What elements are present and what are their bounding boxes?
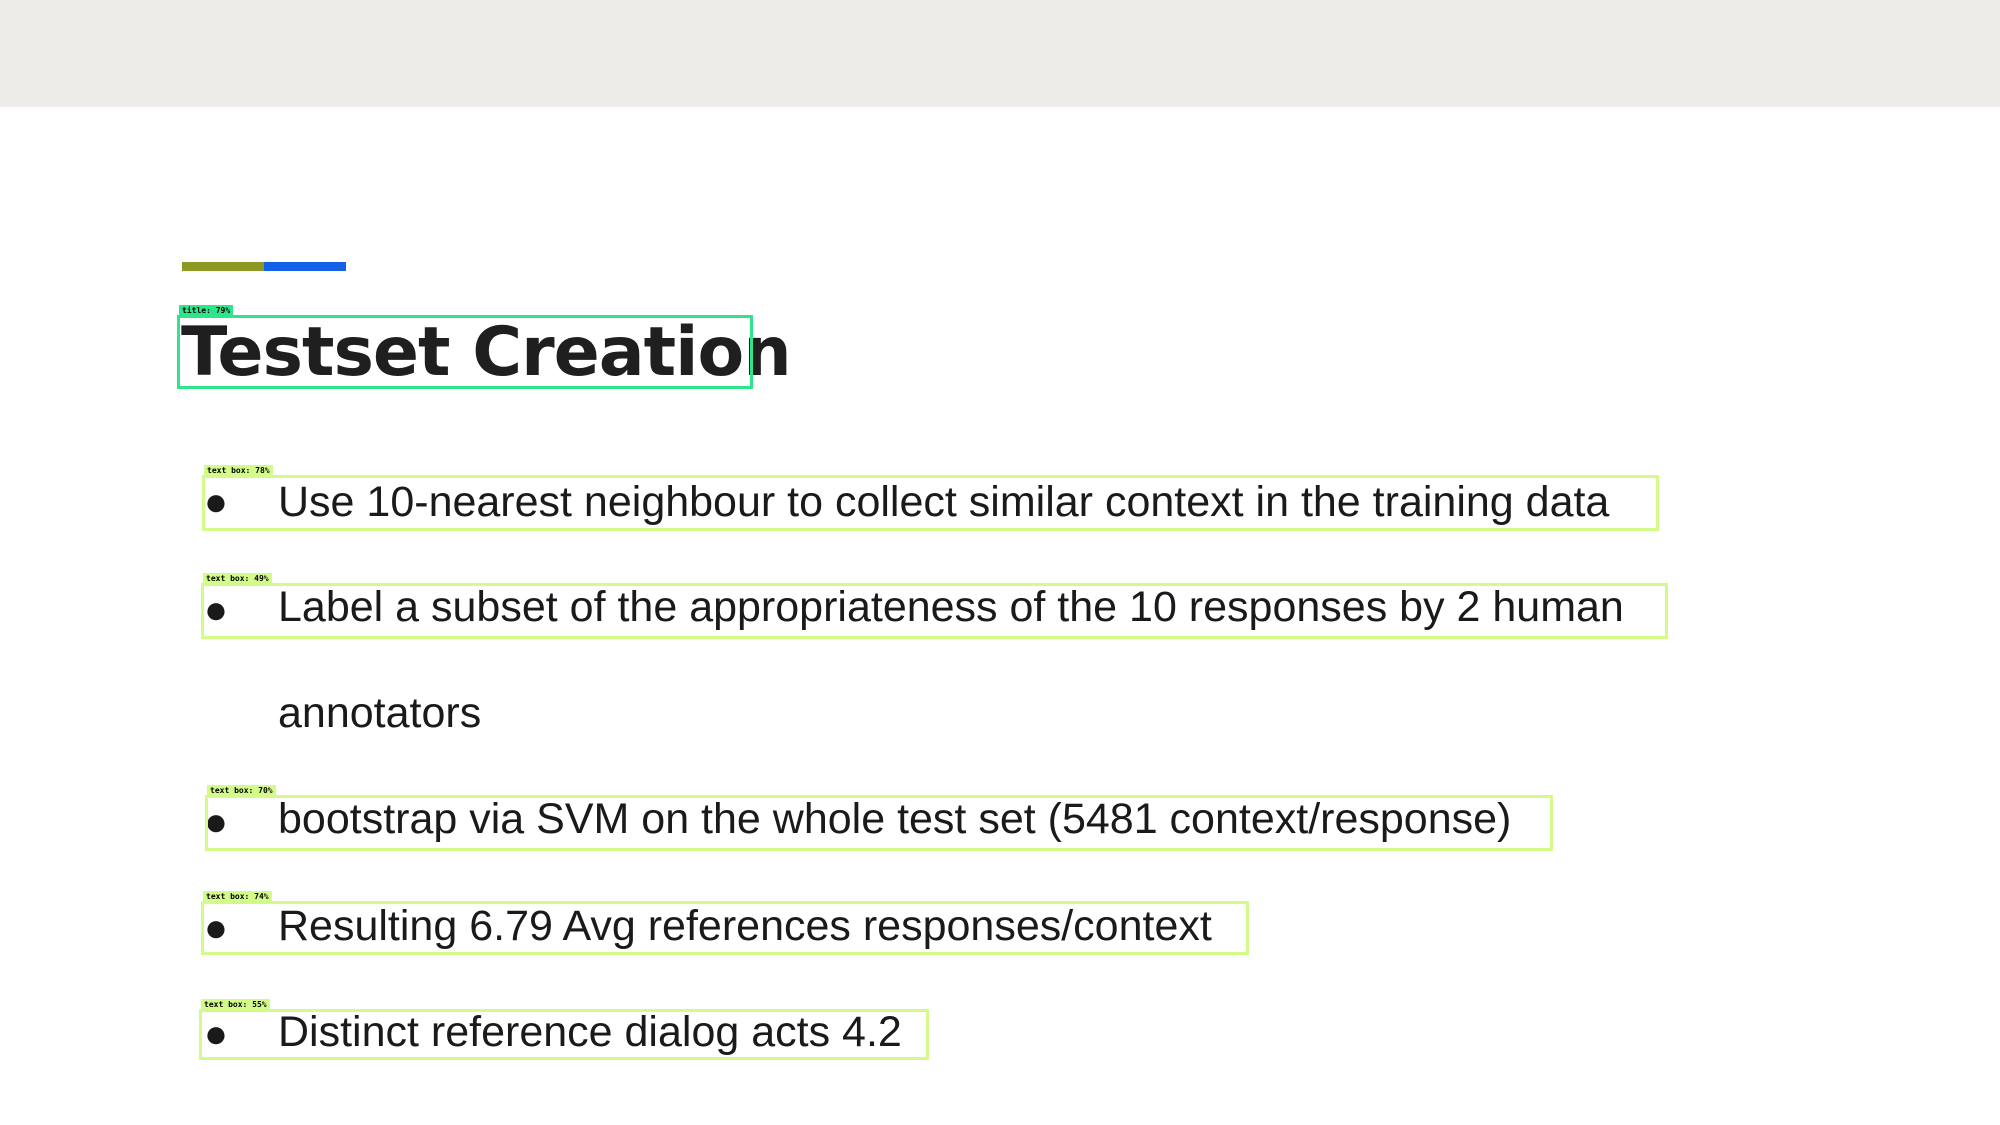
- detection-label: text box: 70%: [207, 785, 276, 797]
- top-banner: [0, 0, 2000, 107]
- accent-bar-olive: [182, 262, 264, 271]
- detection-label: text box: 49%: [203, 573, 272, 585]
- text-detection-box-2: text box: 49%: [201, 573, 1668, 639]
- title-detection-box: title: 79%: [177, 305, 753, 389]
- text-detection-box-5: text box: 55%: [199, 999, 929, 1060]
- detection-label: text box: 78%: [204, 465, 273, 477]
- bullet-text-2-continuation: annotators: [278, 689, 482, 737]
- accent-bar-blue: [264, 262, 346, 271]
- detection-label: title: 79%: [179, 305, 234, 317]
- detection-label: text box: 55%: [201, 999, 270, 1011]
- detection-label: text box: 74%: [203, 891, 272, 903]
- text-detection-box-3: text box: 70%: [205, 785, 1553, 851]
- text-detection-box-1: text box: 78%: [202, 465, 1659, 531]
- text-detection-box-4: text box: 74%: [201, 891, 1249, 955]
